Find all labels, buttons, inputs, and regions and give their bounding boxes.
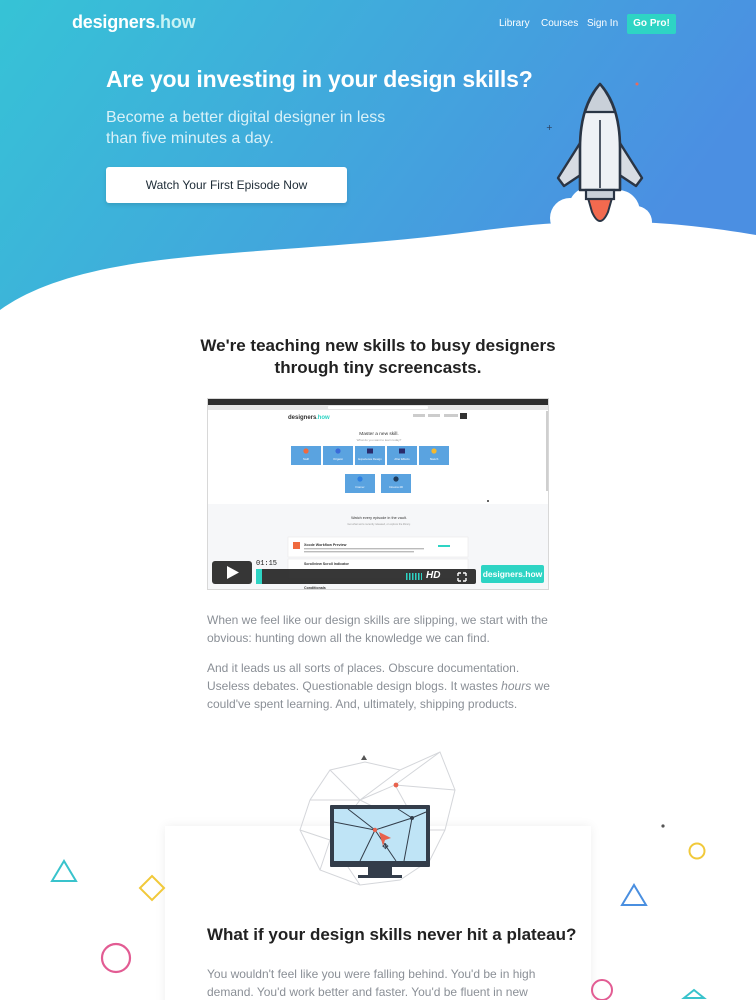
svg-text:Conditionals: Conditionals xyxy=(304,586,326,590)
video-timecode: 01:15 xyxy=(256,560,278,568)
top-nav: designers.how Library Courses Sign In Go… xyxy=(0,0,756,48)
video-progress-bar[interactable]: HD xyxy=(256,569,476,584)
svg-text:Framer: Framer xyxy=(355,485,364,489)
svg-text:Scrollview Scroll Indicator: Scrollview Scroll Indicator xyxy=(304,562,350,566)
video-progress-fill xyxy=(256,569,262,584)
svg-text:After Effects: After Effects xyxy=(394,457,410,461)
site-logo[interactable]: designers.how xyxy=(72,12,196,33)
watch-first-episode-button[interactable]: Watch Your First Episode Now xyxy=(106,167,347,203)
svg-text:Xcode Workflow Preview: Xcode Workflow Preview xyxy=(304,543,347,547)
svg-text:Experience Design: Experience Design xyxy=(358,457,382,461)
svg-text:Origami: Origami xyxy=(333,457,343,461)
plateau-headline: What if your design skills never hit a p… xyxy=(207,925,577,944)
nav-link-library[interactable]: Library xyxy=(499,18,530,29)
go-pro-button[interactable]: Go Pro! xyxy=(627,14,676,34)
intro-paragraph-2: And it leads us all sorts of places. Obs… xyxy=(207,661,550,711)
nav-link-sign-in[interactable]: Sign In xyxy=(587,18,618,29)
video-player[interactable]: designers .how Master a new skill. What … xyxy=(207,398,549,590)
video-inner-logo: designers xyxy=(288,415,317,421)
svg-text:Master a new skill.: Master a new skill. xyxy=(359,431,398,437)
hd-toggle[interactable]: HD xyxy=(426,570,440,581)
svg-text:Swift: Swift xyxy=(303,457,309,461)
svg-text:Get what we're recently releas: Get what we're recently released, or exp… xyxy=(347,522,411,526)
play-button[interactable] xyxy=(212,561,252,584)
nav-link-courses[interactable]: Courses xyxy=(541,18,578,29)
hero-title: Are you investing in your design skills? xyxy=(106,66,533,92)
svg-text:✥: ✥ xyxy=(382,842,389,851)
play-icon xyxy=(227,566,239,579)
rocket-illustration: + xyxy=(546,82,652,245)
plateau-illustration: ✥ xyxy=(50,751,707,1000)
teaching-headline: We're teaching new skills to busy design… xyxy=(200,336,556,377)
fullscreen-icon[interactable] xyxy=(457,572,467,582)
svg-text:+: + xyxy=(546,123,553,132)
svg-text:.how: .how xyxy=(316,415,330,421)
volume-icon[interactable] xyxy=(406,573,422,580)
hero-section: designers.how Library Courses Sign In Go… xyxy=(0,0,756,320)
svg-text:What do you want to learn toda: What do you want to learn today? xyxy=(357,438,402,442)
video-brand-badge[interactable]: designers.how xyxy=(481,565,544,583)
svg-text:Sketch: Sketch xyxy=(430,457,439,461)
plateau-paragraph: You wouldn't feel like you were falling … xyxy=(207,967,536,999)
svg-text:Watch every episode in the vau: Watch every episode in the vault. xyxy=(351,516,407,520)
hero-subtitle: Become a better digital designer in less… xyxy=(106,109,386,147)
svg-text:Cinema 4D: Cinema 4D xyxy=(389,485,403,489)
intro-paragraph-1: When we feel like our design skills are … xyxy=(207,613,548,645)
